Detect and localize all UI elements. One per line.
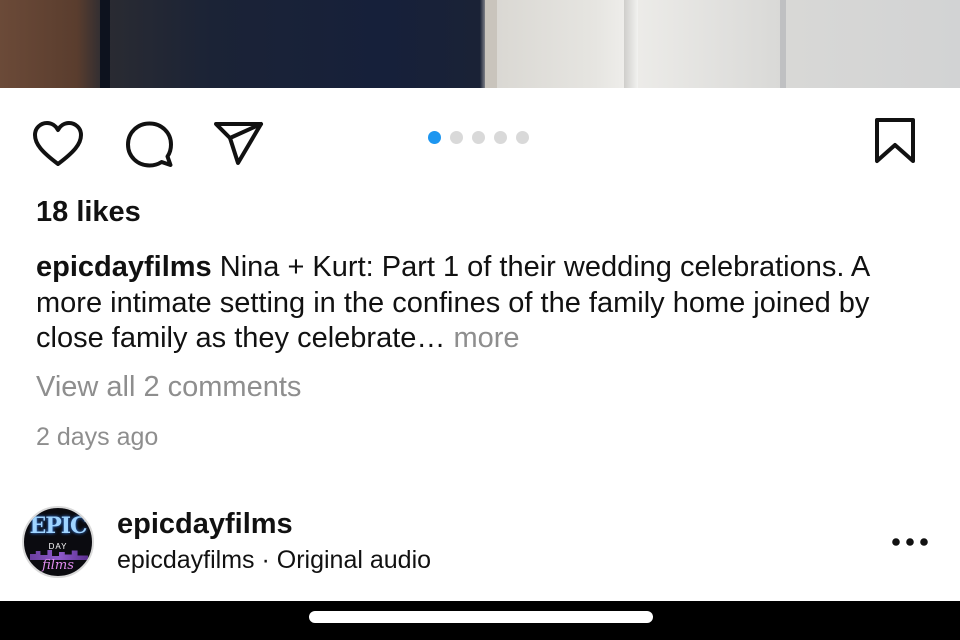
- home-indicator[interactable]: [309, 611, 653, 623]
- post-timestamp: 2 days ago: [36, 423, 159, 451]
- image-detail: [100, 0, 110, 88]
- carousel-dot: [472, 131, 485, 144]
- post-image[interactable]: [0, 0, 960, 88]
- avatar-logo-text: films: [42, 558, 74, 573]
- comment-bubble-icon: [126, 121, 173, 168]
- carousel-dot: [450, 131, 463, 144]
- paper-plane-icon: [214, 122, 263, 165]
- audio-attribution[interactable]: epicdayfilms · Original audio: [117, 546, 431, 575]
- bookmark-icon: [875, 118, 915, 163]
- avatar-logo-text: DAY: [48, 542, 68, 551]
- account-name[interactable]: epicdayfilms: [117, 508, 293, 541]
- image-detail: [485, 0, 497, 88]
- view-comments-link[interactable]: View all 2 comments: [36, 371, 301, 404]
- caption-username[interactable]: epicdayfilms: [36, 251, 212, 283]
- likes-count[interactable]: 18 likes: [36, 196, 141, 229]
- carousel-indicator: [428, 131, 529, 144]
- post-caption: epicdayfilms Nina + Kurt: Part 1 of thei…: [36, 250, 916, 357]
- share-button[interactable]: [212, 120, 264, 168]
- caption-more-link[interactable]: more: [445, 322, 519, 354]
- carousel-dot-active: [428, 131, 441, 144]
- heart-icon: [33, 121, 83, 166]
- image-detail: [624, 0, 638, 88]
- avatar[interactable]: EPIC DAY films: [22, 506, 94, 578]
- system-bar: [0, 601, 960, 640]
- image-detail: [780, 0, 786, 88]
- carousel-dot: [516, 131, 529, 144]
- carousel-dot: [494, 131, 507, 144]
- more-horizontal-icon: [892, 538, 928, 546]
- avatar-logo-text: EPIC: [29, 513, 87, 539]
- more-options-button[interactable]: [888, 532, 934, 552]
- like-button[interactable]: [32, 120, 84, 168]
- comment-button[interactable]: [123, 120, 175, 168]
- save-button[interactable]: [872, 116, 918, 166]
